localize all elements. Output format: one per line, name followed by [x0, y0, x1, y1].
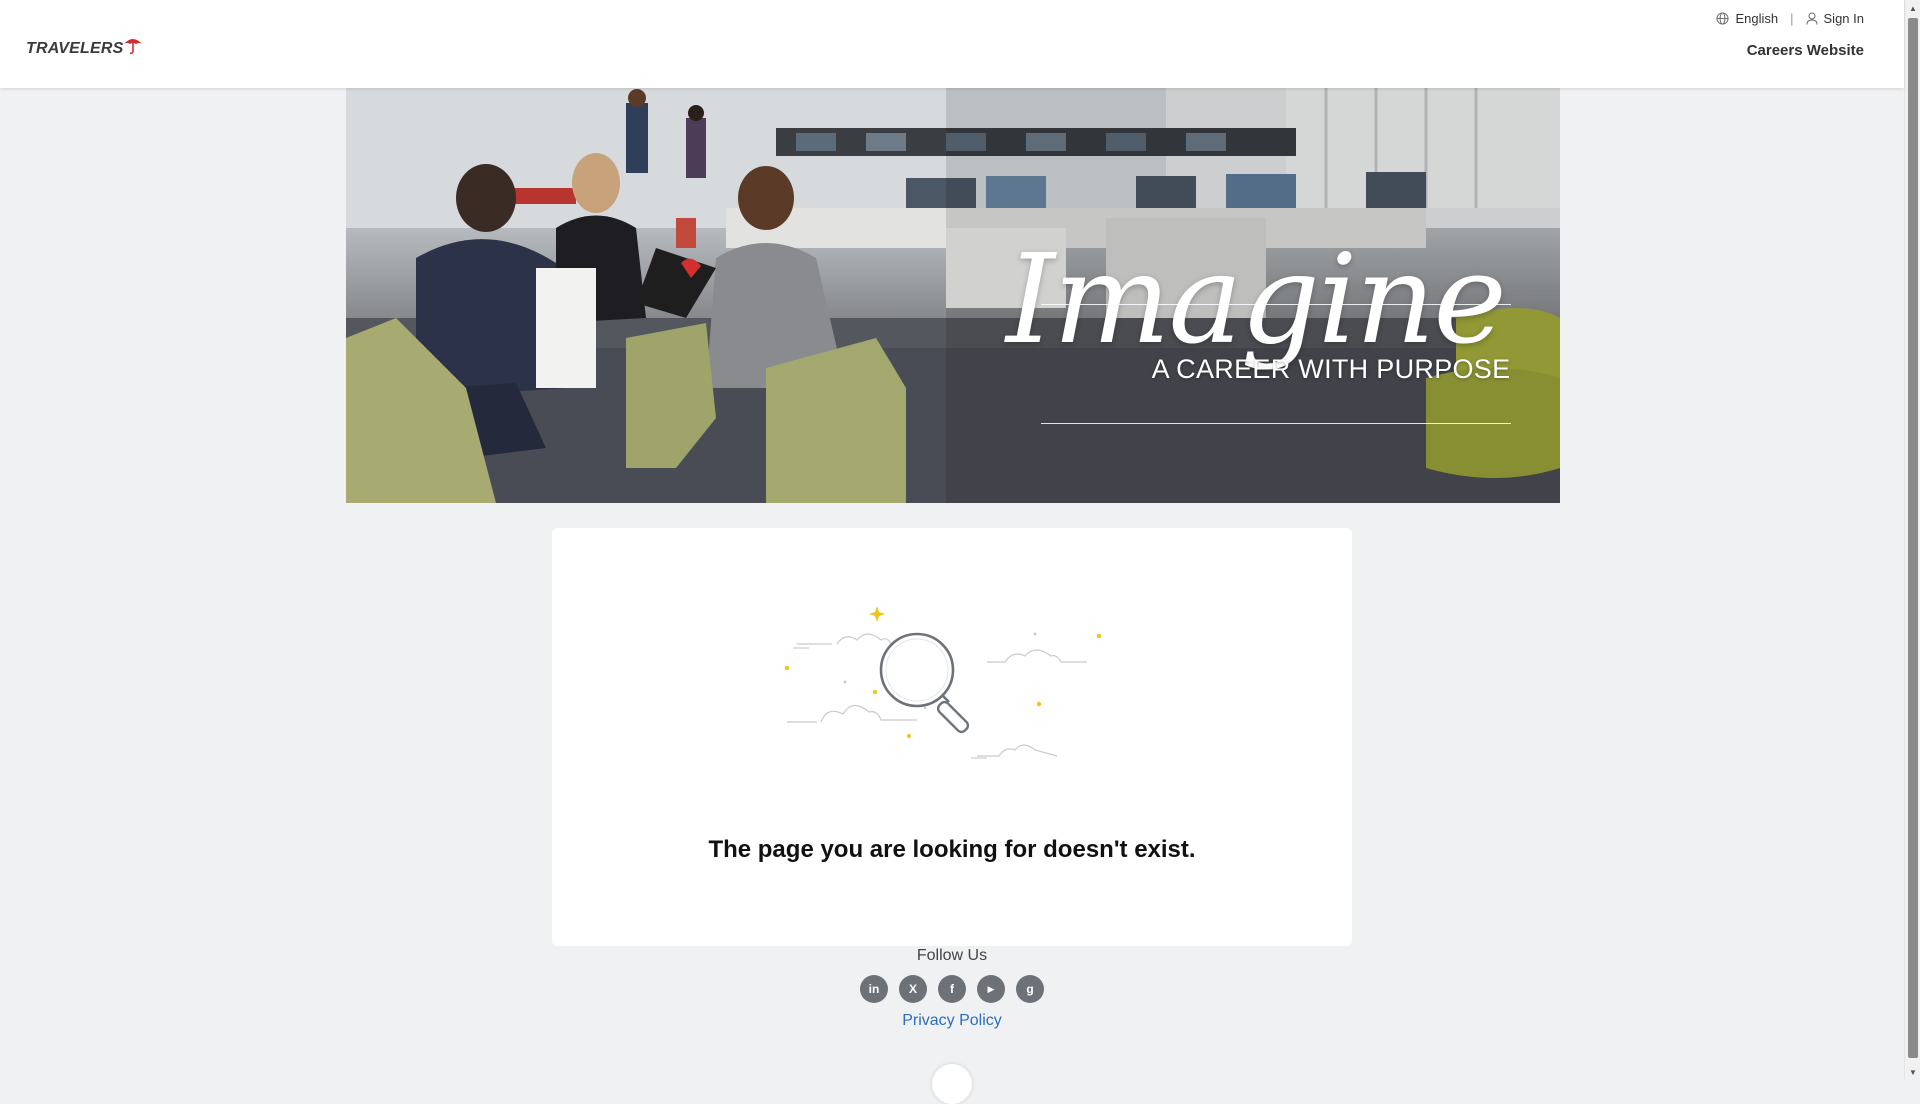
hero-divider-top: [1041, 304, 1511, 305]
follow-us-title: Follow Us: [916, 947, 988, 964]
nav-separator: |: [1790, 11, 1794, 26]
user-icon: [1806, 12, 1818, 25]
globe-icon: [1716, 12, 1730, 25]
site-header: TRAVELERS English | Sign In Careers Webs…: [0, 0, 1904, 88]
glassdoor-icon[interactable]: g: [1016, 975, 1044, 1003]
sign-in-link[interactable]: Sign In: [1806, 11, 1864, 26]
linkedin-icon[interactable]: in: [860, 975, 888, 1003]
error-message: The page you are looking for doesn't exi…: [708, 836, 1196, 863]
hero-script-title: Imagine: [1006, 228, 1507, 372]
utility-nav: English | Sign In: [1716, 11, 1864, 26]
language-label: English: [1735, 11, 1779, 26]
hero-banner: Imagine A CAREER WITH PURPOSE: [346, 88, 1560, 503]
travelers-logo[interactable]: TRAVELERS: [26, 34, 144, 58]
scroll-thumb[interactable]: [1908, 18, 1918, 1058]
social-links: in X f ▶ g: [860, 975, 1055, 1003]
facebook-icon[interactable]: f: [938, 975, 966, 1003]
youtube-icon[interactable]: ▶: [977, 975, 1005, 1003]
chat-widget-button[interactable]: [932, 1064, 972, 1104]
sign-in-label: Sign In: [1823, 11, 1864, 26]
scroll-down-arrow[interactable]: ▼: [1905, 1064, 1920, 1080]
logo-text: TRAVELERS: [26, 40, 124, 57]
error-card: The page you are looking for doesn't exi…: [552, 528, 1352, 946]
page-scrollbar[interactable]: ▲ ▼: [1904, 0, 1920, 1080]
language-selector[interactable]: English: [1716, 11, 1778, 26]
umbrella-icon: [123, 39, 142, 55]
careers-website-link[interactable]: Careers Website: [1747, 42, 1864, 59]
privacy-policy-link[interactable]: Privacy Policy: [752, 1012, 1152, 1030]
hero-tagline: A CAREER WITH PURPOSE: [1151, 354, 1511, 384]
x-icon[interactable]: X: [899, 975, 927, 1003]
hero-divider-bottom: [1041, 423, 1511, 424]
magnifying-glass-icon: [784, 606, 1102, 759]
scroll-up-arrow[interactable]: ▲: [1905, 0, 1920, 16]
